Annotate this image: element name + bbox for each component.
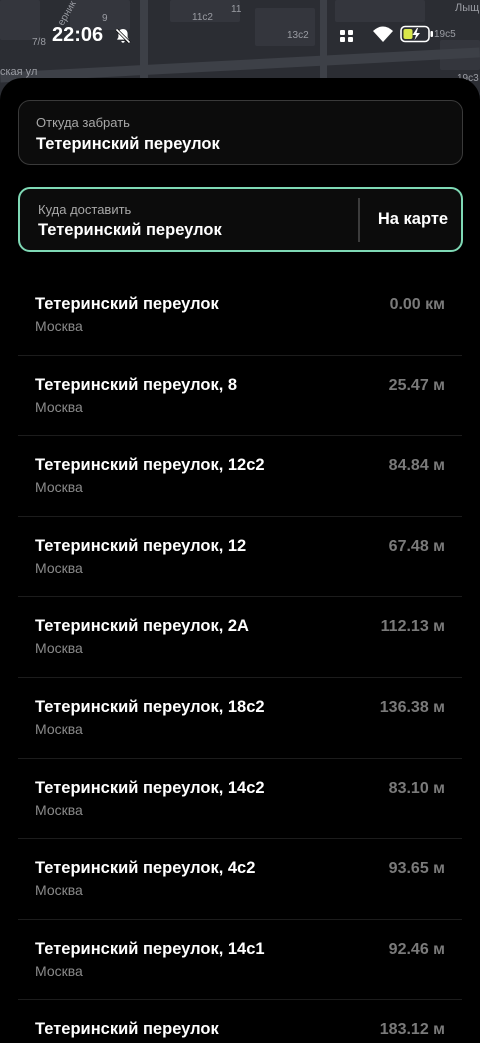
item-name: Тетеринский переулок, 14с2 bbox=[35, 778, 265, 797]
item-distance: 25.47 м bbox=[388, 376, 445, 394]
list-item[interactable]: Тетеринский переулок, 4с2 Москва 93.65 м bbox=[18, 839, 462, 920]
item-city: Москва bbox=[35, 801, 83, 818]
item-city: Москва bbox=[35, 640, 83, 657]
item-distance: 83.10 м bbox=[388, 779, 445, 797]
item-name: Тетеринский переулок, 14с1 bbox=[35, 939, 265, 958]
item-name: Тетеринский переулок, 8 bbox=[35, 375, 238, 394]
wifi-icon bbox=[373, 26, 393, 42]
list-item[interactable]: Тетеринский переулок, 14с2 Москва 83.10 … bbox=[18, 759, 462, 840]
bell-muted-icon bbox=[115, 28, 131, 44]
item-distance: 92.46 м bbox=[388, 940, 445, 958]
item-name: Тетеринский переулок, 18с2 bbox=[35, 697, 265, 716]
on-map-button[interactable]: На карте bbox=[365, 189, 461, 250]
address-sheet: Откуда забрать Тетеринский переулок Куда… bbox=[0, 78, 480, 1043]
item-distance: 0.00 км bbox=[389, 296, 445, 313]
item-distance: 93.65 м bbox=[388, 860, 445, 878]
list-item[interactable]: Тетеринский переулок, 12с2 Москва 84.84 … bbox=[18, 436, 462, 517]
item-distance: 84.84 м bbox=[388, 457, 445, 475]
item-name: Тетеринский переулок bbox=[35, 1020, 219, 1039]
pickup-field[interactable]: Откуда забрать Тетеринский переулок bbox=[18, 100, 463, 165]
list-item[interactable]: Тетеринский переулок, 8 Москва 25.47 м bbox=[18, 356, 462, 437]
status-time: 22:06 bbox=[52, 24, 104, 46]
suggestion-list: Тетеринский переулок Москва 0.00 км Тете… bbox=[18, 275, 462, 1043]
list-item[interactable]: Тетеринский переулок Москва 0.00 км bbox=[18, 275, 462, 356]
status-bar: 22:06 bbox=[0, 0, 480, 72]
item-city: Москва bbox=[35, 398, 83, 415]
destination-caption: Куда доставить bbox=[38, 202, 132, 217]
list-item[interactable]: Тетеринский переулок 183.12 м bbox=[18, 1000, 462, 1043]
item-distance: 183.12 м bbox=[379, 1021, 445, 1039]
item-name: Тетеринский переулок, 4с2 bbox=[35, 859, 256, 878]
item-name: Тетеринский переулок, 2А bbox=[35, 617, 249, 636]
item-name: Тетеринский переулок, 12 bbox=[35, 536, 247, 555]
item-city: Москва bbox=[35, 720, 83, 737]
item-city: Москва bbox=[35, 318, 83, 334]
item-distance: 112.13 м bbox=[380, 618, 445, 636]
list-item[interactable]: Тетеринский переулок, 12 Москва 67.48 м bbox=[18, 517, 462, 598]
item-city: Москва bbox=[35, 882, 83, 899]
item-distance: 136.38 м bbox=[379, 698, 445, 716]
list-item[interactable]: Тетеринский переулок, 2А Москва 112.13 м bbox=[18, 597, 462, 678]
destination-field[interactable]: Куда доставить Тетеринский переулок На к… bbox=[18, 187, 463, 252]
field-divider bbox=[358, 198, 360, 242]
destination-value: Тетеринский переулок bbox=[38, 221, 222, 239]
pickup-caption: Откуда забрать bbox=[36, 115, 130, 130]
battery-charging-icon bbox=[400, 25, 433, 43]
pickup-value: Тетеринский переулок bbox=[36, 135, 220, 153]
item-city: Москва bbox=[35, 962, 83, 979]
item-name: Тетеринский переулок bbox=[35, 295, 219, 313]
item-city: Москва bbox=[35, 559, 83, 576]
signal-icon bbox=[340, 30, 353, 42]
list-item[interactable]: Тетеринский переулок, 14с1 Москва 92.46 … bbox=[18, 920, 462, 1001]
list-item[interactable]: Тетеринский переулок, 18с2 Москва 136.38… bbox=[18, 678, 462, 759]
item-distance: 67.48 м bbox=[388, 537, 445, 555]
item-city: Москва bbox=[35, 479, 83, 496]
item-name: Тетеринский переулок, 12с2 bbox=[35, 456, 265, 475]
